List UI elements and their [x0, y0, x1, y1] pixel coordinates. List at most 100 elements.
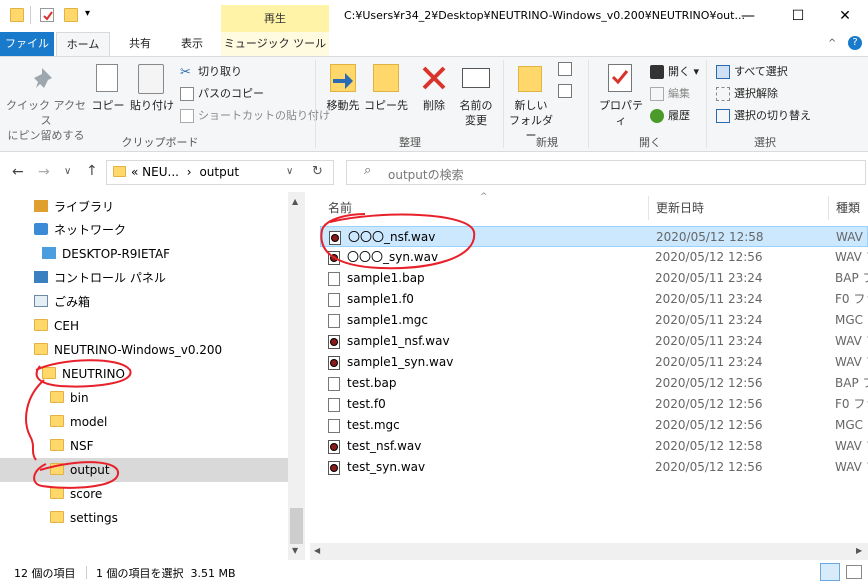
status-separator: [86, 566, 87, 579]
file-type: WAV フ: [835, 355, 868, 369]
breadcrumb-separator[interactable]: ›: [187, 165, 192, 179]
file-row[interactable]: test.mgc 2020/05/12 12:56 MGC フ: [320, 415, 868, 436]
column-header-date[interactable]: 更新日時: [656, 199, 704, 216]
search-icon: ⌕: [364, 163, 372, 178]
status-item-count: 12 個の項目: [14, 567, 76, 580]
file-icon: [328, 293, 340, 307]
file-icon: [328, 314, 340, 328]
column-separator[interactable]: [828, 196, 829, 220]
nav-item-neutrino[interactable]: NEUTRINO: [42, 363, 125, 385]
cut-button[interactable]: ✂ 切り取り: [180, 63, 242, 80]
nav-item-desktop-pc[interactable]: DESKTOP-R9IETAF: [42, 243, 170, 265]
paste-shortcut-button[interactable]: ショートカットの貼り付け: [180, 107, 330, 123]
maximize-button[interactable]: ☐: [775, 5, 821, 27]
breadcrumb-overflow[interactable]: «: [131, 165, 138, 179]
file-row[interactable]: test.bap 2020/05/12 12:56 BAP ファ: [320, 373, 868, 394]
file-type: WAV フ: [835, 250, 868, 264]
invert-selection-button[interactable]: 選択の切り替え: [716, 107, 811, 123]
column-header-type[interactable]: 種類: [836, 199, 860, 216]
nav-scrollbar-thumb[interactable]: [290, 508, 303, 544]
file-row[interactable]: 〇〇〇_syn.wav 2020/05/12 12:56 WAV フ: [320, 247, 868, 268]
tab-music-tools[interactable]: ミュージック ツール: [221, 32, 329, 56]
nav-item-nsf[interactable]: NSF: [50, 435, 94, 457]
recent-locations-icon[interactable]: ∨: [64, 166, 71, 177]
large-icons-view-icon[interactable]: [846, 565, 862, 579]
context-tab-play[interactable]: 再生: [221, 5, 329, 32]
nav-item-libraries[interactable]: ライブラリ: [34, 196, 114, 218]
column-separator[interactable]: [648, 196, 649, 220]
scroll-right-icon[interactable]: ▶: [856, 546, 862, 555]
column-header-name[interactable]: 名前: [328, 199, 352, 216]
file-row[interactable]: sample1_syn.wav 2020/05/11 23:24 WAV フ: [320, 352, 868, 373]
pin-quick-access-button[interactable]: クイック アクセス にピン留めする: [6, 98, 86, 143]
file-icon: [328, 398, 340, 412]
ribbon-separator: [503, 60, 504, 148]
file-row[interactable]: 〇〇〇_nsf.wav 2020/05/12 12:58 WAV フ: [320, 226, 868, 247]
rename-button[interactable]: 名前の 変更: [454, 98, 498, 128]
nav-item-score[interactable]: score: [50, 483, 102, 505]
copy-to-button[interactable]: コピー先: [362, 98, 410, 113]
file-date: 2020/05/12 12:58: [656, 230, 764, 244]
select-all-button[interactable]: すべて選択: [716, 63, 788, 79]
close-button[interactable]: ✕: [822, 5, 868, 27]
customize-qat-icon[interactable]: ▾: [85, 8, 90, 19]
back-arrow-icon[interactable]: ←: [12, 164, 24, 180]
tab-view[interactable]: 表示: [168, 32, 216, 56]
nav-item-model[interactable]: model: [50, 411, 107, 433]
select-none-button[interactable]: 選択解除: [716, 85, 778, 101]
file-row[interactable]: sample1.bap 2020/05/11 23:24 BAP ファ: [320, 268, 868, 289]
new-folder-icon[interactable]: [64, 8, 78, 22]
file-row[interactable]: sample1_nsf.wav 2020/05/11 23:24 WAV フ: [320, 331, 868, 352]
forward-arrow-icon[interactable]: →: [38, 164, 50, 180]
paste-shortcut-label: ショートカットの貼り付け: [198, 109, 330, 122]
select-all-icon: [716, 65, 730, 79]
up-arrow-icon[interactable]: ↑: [86, 163, 98, 179]
tab-file[interactable]: ファイル: [0, 32, 54, 56]
nav-item-neutrino-windows[interactable]: NEUTRINO-Windows_v0.200: [34, 339, 222, 361]
collapse-ribbon-icon[interactable]: ^: [828, 38, 836, 49]
history-button[interactable]: 履歴: [650, 107, 690, 123]
breadcrumb-output[interactable]: output: [199, 165, 239, 179]
move-to-button[interactable]: 移動先: [320, 98, 366, 113]
audio-file-icon: [329, 231, 341, 245]
nav-item-recycle-bin[interactable]: ごみ箱: [34, 291, 90, 313]
nav-item-bin[interactable]: bin: [50, 387, 89, 409]
file-row[interactable]: test_syn.wav 2020/05/12 12:56 WAV フ: [320, 457, 868, 478]
properties-button[interactable]: プロパティ: [596, 98, 646, 128]
file-row[interactable]: test.f0 2020/05/12 12:56 F0 ファイ: [320, 394, 868, 415]
details-view-icon[interactable]: [820, 563, 840, 581]
paste-button[interactable]: 貼り付け: [128, 98, 176, 113]
file-date: 2020/05/11 23:24: [655, 271, 763, 285]
copy-button[interactable]: コピー: [90, 98, 126, 113]
properties-icon[interactable]: [40, 8, 54, 22]
scroll-up-icon[interactable]: ▲: [292, 197, 298, 206]
easy-access-icon[interactable]: [558, 84, 572, 98]
nav-scrollbar[interactable]: [288, 192, 305, 562]
new-item-icon[interactable]: [558, 62, 572, 76]
nav-item-ceh[interactable]: CEH: [34, 315, 79, 337]
nav-item-network[interactable]: ネットワーク: [34, 219, 126, 241]
file-row[interactable]: test_nsf.wav 2020/05/12 12:58 WAV フ: [320, 436, 868, 457]
breadcrumb-neutrino[interactable]: NEU...: [142, 165, 179, 179]
minimize-button[interactable]: —: [725, 5, 771, 27]
scroll-left-icon[interactable]: ◀: [314, 546, 320, 555]
help-icon[interactable]: ?: [848, 36, 862, 50]
refresh-icon[interactable]: ↻: [312, 164, 323, 179]
copy-path-button[interactable]: パスのコピー: [180, 85, 264, 101]
edit-button[interactable]: 編集: [650, 85, 690, 101]
open-button[interactable]: 開く ▾: [650, 63, 699, 79]
tab-share[interactable]: 共有: [115, 32, 165, 56]
delete-button[interactable]: 削除: [416, 98, 452, 113]
tab-home[interactable]: ホーム: [56, 32, 110, 56]
nav-item-control-panel[interactable]: コントロール パネル: [34, 267, 166, 289]
scroll-down-icon[interactable]: ▼: [292, 546, 298, 555]
address-dropdown-icon[interactable]: ∨: [286, 166, 293, 177]
file-name: test_syn.wav: [347, 460, 426, 474]
nav-item-output[interactable]: output: [50, 459, 110, 481]
file-row[interactable]: sample1.mgc 2020/05/11 23:24 MGC フ: [320, 310, 868, 331]
horizontal-scrollbar[interactable]: [310, 543, 868, 560]
nav-item-settings[interactable]: settings: [50, 507, 118, 529]
select-all-label: すべて選択: [734, 65, 788, 78]
search-input[interactable]: outputの検索: [388, 166, 464, 183]
file-row[interactable]: sample1.f0 2020/05/11 23:24 F0 ファイ: [320, 289, 868, 310]
